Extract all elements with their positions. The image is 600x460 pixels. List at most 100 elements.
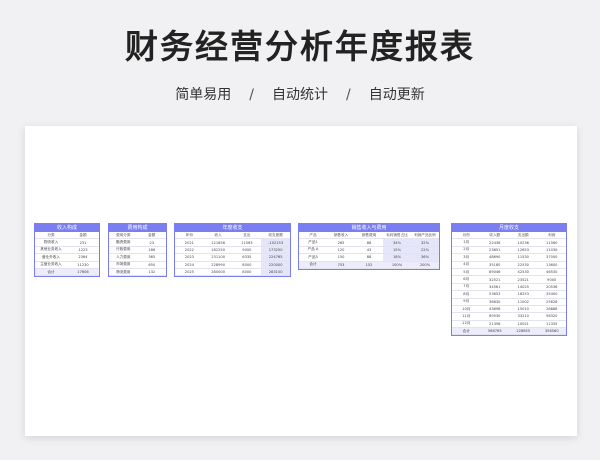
column-header: 利润产品比例 bbox=[411, 232, 439, 240]
table-row: 5月 89046 42530 46530 bbox=[452, 268, 566, 277]
table-cell: 42530 bbox=[509, 268, 538, 277]
table-cell: 37000 bbox=[537, 253, 566, 262]
column-header: 销售收入 bbox=[327, 232, 355, 240]
table-cell: 11230 bbox=[67, 261, 99, 269]
table-cell: 33210 bbox=[509, 312, 538, 321]
table-cell: 22530 bbox=[509, 261, 538, 269]
table-cell: 36% bbox=[411, 253, 439, 262]
table-row: 人力费用 365 bbox=[109, 253, 166, 262]
table-row: 营业外收入 2364 bbox=[35, 253, 99, 262]
table-cell: 合计 bbox=[35, 268, 67, 277]
table-cell: 568765 bbox=[480, 327, 509, 336]
table-cell: 8000 bbox=[232, 261, 262, 269]
table-cell: 15% bbox=[383, 246, 411, 255]
column-header: 销售费用 bbox=[355, 232, 383, 240]
table-cell: 17606 bbox=[67, 268, 99, 277]
table-cell: 265 bbox=[327, 238, 355, 247]
table-cell: 32% bbox=[411, 238, 439, 247]
table-cell: 23 bbox=[137, 238, 166, 247]
table-cell: 5月 bbox=[452, 268, 481, 277]
column-header: 支出 bbox=[232, 232, 262, 240]
table-row: 2022 182250 9000 173250 bbox=[175, 246, 290, 255]
feature-tags: 简单易用 / 自动统计 / 自动更新 bbox=[0, 84, 600, 104]
table-cell: 2024 bbox=[175, 261, 204, 269]
column-header: 收入额 bbox=[480, 232, 509, 240]
table-cell: 22436 bbox=[480, 238, 509, 247]
table-row: 行政费用 186 bbox=[109, 246, 166, 255]
tag-auto-update: 自动更新 bbox=[368, 87, 425, 103]
table-cell: 23651 bbox=[480, 246, 509, 255]
column-header: 年份 bbox=[175, 232, 204, 240]
table-cell: 86 bbox=[355, 238, 383, 247]
table-cell: 行政费用 bbox=[109, 246, 138, 255]
table-cell: 14025 bbox=[509, 283, 538, 292]
table-row: 9月 36630 11002 25628 bbox=[452, 298, 566, 306]
column-header: 利润 bbox=[537, 232, 566, 240]
table-cell: 11030 bbox=[537, 246, 566, 255]
table-cell: 173250 bbox=[261, 246, 290, 255]
table-cell: 23521 bbox=[509, 275, 538, 284]
table-row: 2月 23651 12653 11030 bbox=[452, 246, 566, 255]
table-cell: 3月 bbox=[452, 253, 481, 262]
table-cell: 10236 bbox=[509, 238, 538, 247]
column-header: 金额 bbox=[67, 232, 99, 240]
table-cell: 15010 bbox=[509, 305, 538, 314]
table-cell: 53653 bbox=[480, 290, 509, 299]
table-cell: 物流收入 bbox=[35, 238, 67, 247]
table-cell: 人力费用 bbox=[109, 253, 138, 262]
column-header: 收支差额 bbox=[261, 232, 290, 240]
table-cell: 合计 bbox=[299, 261, 327, 269]
table-cell: 56320 bbox=[537, 312, 566, 321]
table-cell: 6335 bbox=[232, 253, 262, 262]
table-cell: 11563 bbox=[232, 238, 262, 247]
table-cell: 11530 bbox=[509, 253, 538, 262]
table-cell: 35400 bbox=[537, 290, 566, 299]
monthly-table: 月度收支 月份 收入额 支出额 利润 1月 22436 10236 11560 2月 23651 12… bbox=[451, 223, 567, 337]
table-cell: 2023 bbox=[175, 253, 204, 262]
table-cell: 182250 bbox=[203, 246, 233, 255]
table-row: 产品1 265 86 34% 32% bbox=[299, 238, 439, 247]
table-cell: 280000 bbox=[203, 268, 233, 277]
table-title: 费用构成 bbox=[109, 224, 166, 232]
table-row: 6月 32521 23521 9000 bbox=[452, 275, 566, 284]
table-row: 2021 121656 11563 -102153 bbox=[175, 238, 290, 247]
income-table: 收入构成 分类 金额 物流收入 231 其他业务收入 1223 营业外收入 2364 主营业务收入… bbox=[34, 223, 100, 278]
table-cell: 100% bbox=[383, 261, 411, 269]
table-cell: 220000 bbox=[261, 261, 290, 269]
table-cell: 融资费用 bbox=[109, 238, 138, 247]
table-cell: 8月 bbox=[452, 290, 481, 299]
table-cell: 152 bbox=[355, 261, 383, 269]
table-cell: 11月 bbox=[452, 312, 481, 321]
table-cell: 200% bbox=[411, 261, 439, 269]
table-cell: 9000 bbox=[537, 275, 566, 284]
table-cell: 46530 bbox=[537, 268, 566, 277]
expense-table: 费用构成 费用分类 金额 融资费用 23 行政费用 186 人力费用 365 市场费用 650 物流费… bbox=[108, 223, 167, 278]
table-cell: 营业外收入 bbox=[35, 253, 67, 262]
table-cell: 13600 bbox=[537, 261, 566, 269]
table-row: 12月 21356 10021 11335 bbox=[452, 320, 566, 329]
table-cell: 34% bbox=[383, 238, 411, 247]
table-cell: 10月 bbox=[452, 305, 481, 314]
table-row: 11月 89530 33210 56320 bbox=[452, 312, 566, 321]
table-cell: 合计 bbox=[452, 327, 481, 336]
table-cell: 1月 bbox=[452, 238, 481, 247]
table-cell: 43 bbox=[355, 246, 383, 255]
table-cell: 21356 bbox=[480, 320, 509, 329]
table-cell: -102153 bbox=[261, 238, 290, 247]
table-cell: 8000 bbox=[232, 268, 262, 277]
table-cell: 11335 bbox=[537, 320, 566, 329]
table-title: 年度收支 bbox=[175, 224, 290, 232]
table-cell: 89046 bbox=[480, 268, 509, 277]
table-cell: 2022 bbox=[175, 246, 204, 255]
table-cell: 主营业务收入 bbox=[35, 261, 67, 269]
table-cell: 市场费用 bbox=[109, 261, 138, 269]
table-cell: 120 bbox=[327, 246, 355, 255]
table-title: 月度收支 bbox=[452, 224, 566, 232]
table-cell: 1223 bbox=[67, 246, 99, 255]
table-row: 2023 231100 6335 224765 bbox=[175, 253, 290, 262]
table-cell: 产品1 bbox=[299, 238, 327, 247]
table-cell: 753 bbox=[327, 261, 355, 269]
table-row: 2024 228990 8000 220000 bbox=[175, 261, 290, 269]
table-row: 产品 A 120 43 15% 22% bbox=[299, 246, 439, 255]
table-cell: 2364 bbox=[67, 253, 99, 262]
